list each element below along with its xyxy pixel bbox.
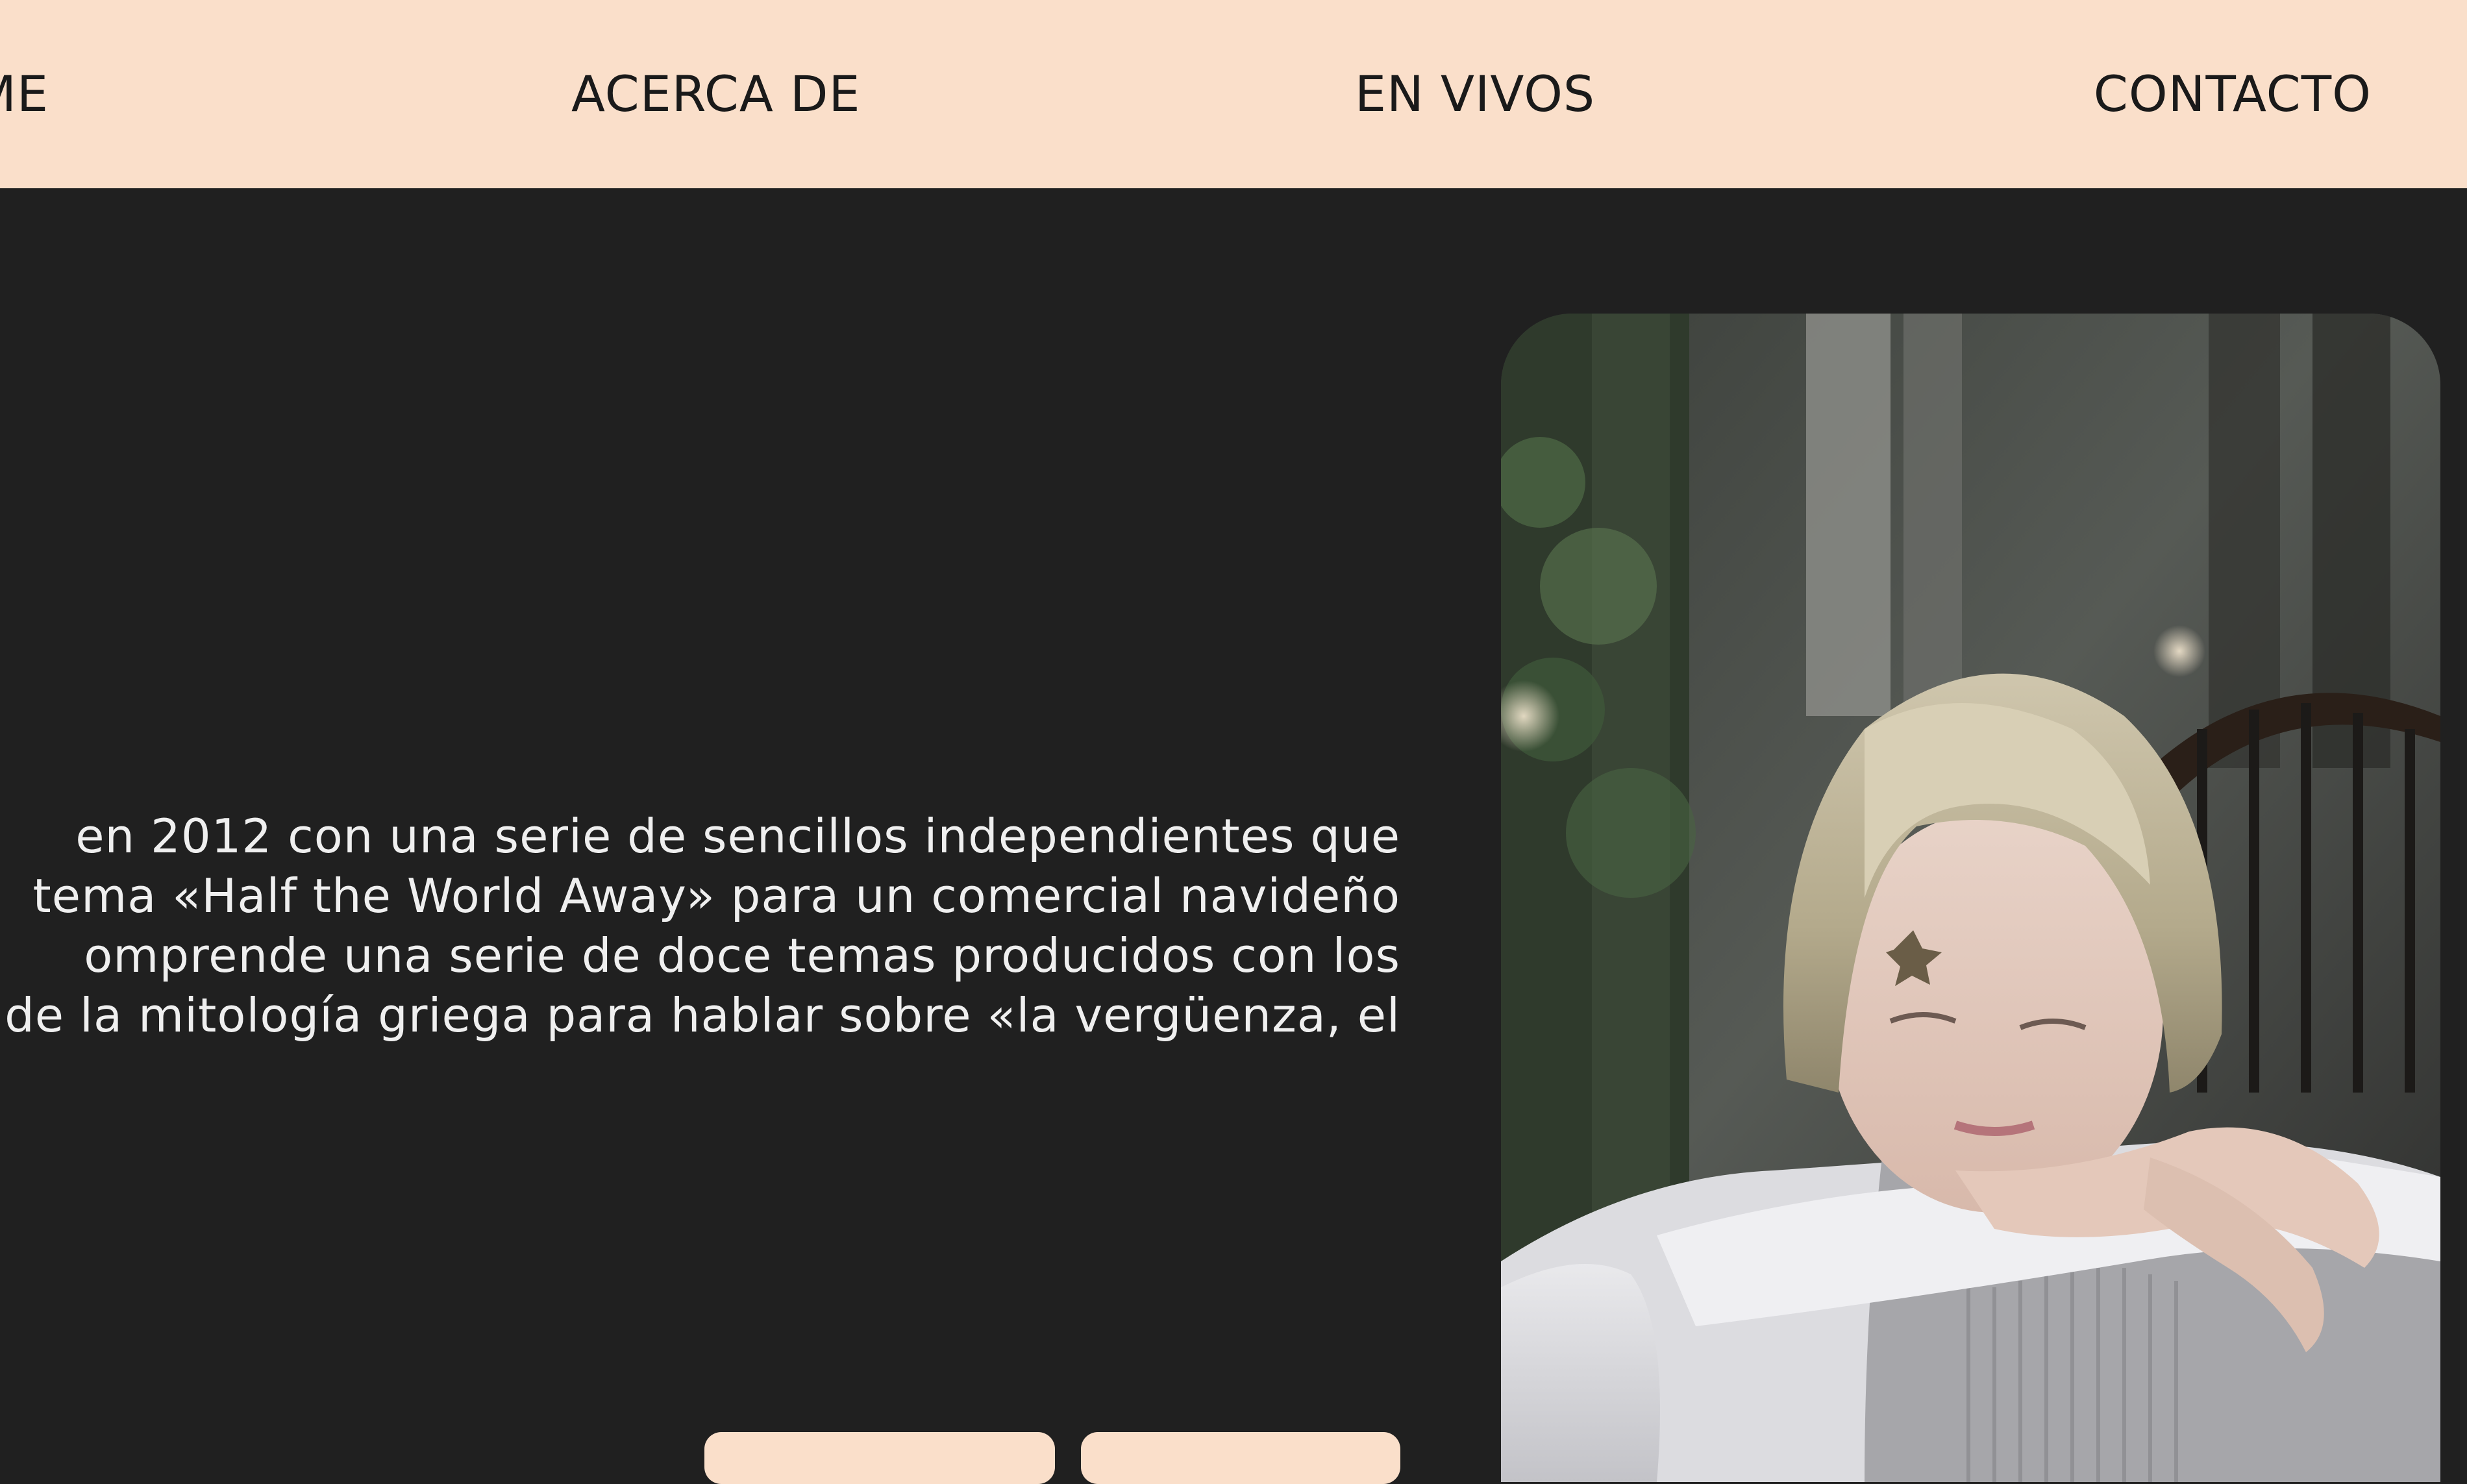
artist-photo bbox=[1501, 314, 2440, 1482]
nav-link-contact[interactable]: CONTACTO bbox=[2094, 0, 2372, 188]
nav-link-live[interactable]: EN VIVOS bbox=[1355, 0, 1595, 188]
bio-line: de la mitología griega para hablar sobre… bbox=[5, 988, 1400, 1043]
top-navbar: HOME ACERCA DE EN VIVOS CONTACTO bbox=[0, 0, 2467, 188]
primary-action-button[interactable] bbox=[704, 1432, 1055, 1484]
nav-link-home[interactable]: HOME bbox=[0, 0, 49, 188]
secondary-action-button[interactable] bbox=[1081, 1432, 1400, 1484]
bio-line: omprende una serie de doce temas produci… bbox=[84, 928, 1400, 983]
nav-link-about[interactable]: ACERCA DE bbox=[571, 0, 861, 188]
bio-line: en 2012 con una serie de sencillos indep… bbox=[75, 809, 1400, 863]
artist-bio-text: en 2012 con una serie de sencillos indep… bbox=[0, 806, 1400, 1045]
bio-line: tema «Half the World Away» para un comer… bbox=[32, 869, 1400, 923]
